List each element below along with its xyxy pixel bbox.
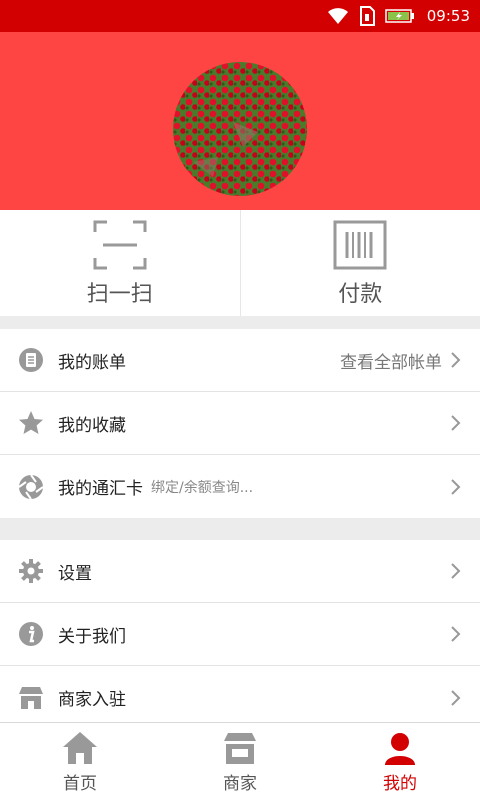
settings-label: 设置: [58, 563, 92, 584]
menu-item-about[interactable]: 关于我们: [0, 603, 480, 666]
tab-merchants-label: 商家: [223, 774, 257, 794]
scan-label: 扫一扫: [86, 282, 153, 307]
info-icon: [18, 621, 44, 647]
chevron-right-icon: [451, 689, 461, 706]
chevron-right-icon: [451, 478, 461, 495]
tab-home[interactable]: 首页: [0, 723, 160, 800]
tab-home-label: 首页: [63, 774, 97, 794]
chevron-right-icon: [451, 415, 461, 431]
quick-actions: 扫一扫 付款: [0, 210, 480, 316]
bill-icon: [18, 347, 44, 373]
favorites-label: 我的收藏: [58, 415, 126, 436]
card-subtitle: 绑定/余额查询...: [151, 479, 254, 496]
tab-merchants[interactable]: 商家: [160, 723, 320, 800]
tab-mine[interactable]: 我的: [320, 723, 480, 800]
chevron-right-icon: [451, 563, 461, 579]
profile-header: [0, 32, 480, 210]
sim-icon: [359, 6, 375, 26]
card-icon: [18, 473, 44, 500]
menu-group-settings: 设置 关于我们 商家入驻: [0, 540, 480, 729]
merchant-join-label: 商家入驻: [58, 690, 126, 710]
menu-item-merchant-join[interactable]: 商家入驻: [0, 666, 480, 729]
menu-item-favorites[interactable]: 我的收藏: [0, 392, 480, 455]
bottom-tab-bar: 首页 商家 我的: [0, 722, 480, 800]
shop-icon: [224, 733, 256, 764]
chevron-right-icon: [451, 352, 461, 368]
pay-button[interactable]: 付款: [239, 210, 480, 316]
pay-label: 付款: [338, 282, 383, 307]
barcode-icon: [333, 220, 387, 270]
menu-group-account: 我的账单 查看全部帐单 我的收藏 我的通汇卡 绑定/余额查询...: [0, 329, 480, 518]
battery-icon: [385, 9, 414, 23]
card-label: 我的通汇卡: [58, 479, 143, 499]
menu-item-card[interactable]: 我的通汇卡 绑定/余额查询...: [0, 455, 480, 518]
avatar[interactable]: [173, 62, 307, 196]
scan-icon: [93, 220, 147, 270]
status-bar: 09:53: [0, 0, 480, 32]
status-time: 09:53: [426, 7, 470, 25]
gear-icon: [18, 558, 44, 584]
all-bills-link[interactable]: 查看全部帐单: [340, 348, 442, 373]
menu-item-settings[interactable]: 设置: [0, 540, 480, 603]
about-label: 关于我们: [58, 626, 126, 647]
user-icon: [385, 733, 415, 765]
bills-label: 我的账单: [58, 352, 126, 373]
home-icon: [63, 732, 97, 764]
wifi-icon: [327, 8, 348, 24]
menu-item-bills[interactable]: 我的账单 查看全部帐单: [0, 329, 480, 392]
store-icon: [18, 685, 44, 711]
tab-mine-label: 我的: [383, 774, 417, 794]
chevron-right-icon: [451, 626, 461, 642]
star-icon: [18, 410, 44, 436]
scan-button[interactable]: 扫一扫: [0, 210, 240, 316]
